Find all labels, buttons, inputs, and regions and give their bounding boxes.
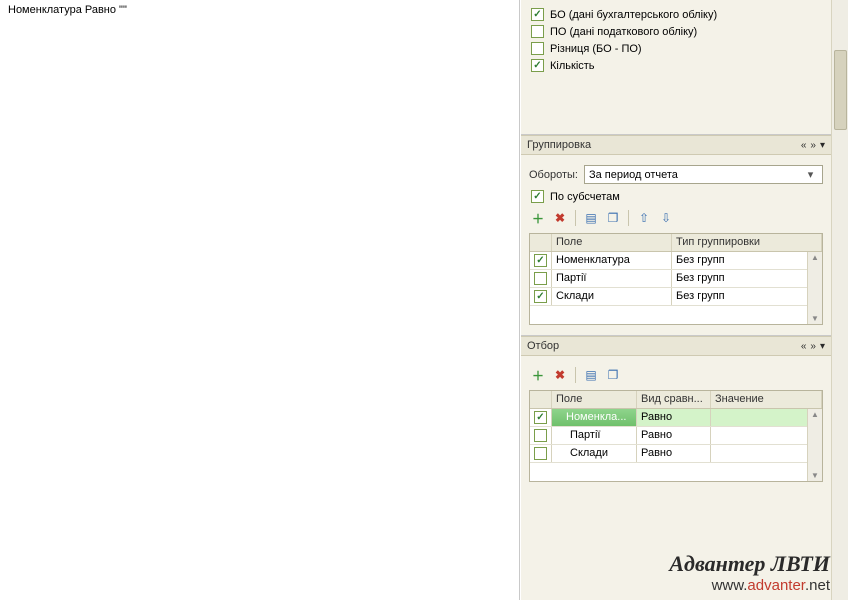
data-option-label: Різниця (БО - ПО) <box>550 43 642 55</box>
checkbox-icon[interactable] <box>531 25 544 38</box>
cell-value[interactable] <box>711 409 822 426</box>
checkbox-icon[interactable] <box>534 290 547 303</box>
cell-field[interactable]: Номенкла... <box>552 409 637 426</box>
checkbox-icon[interactable] <box>531 190 544 203</box>
scrollbar-thumb[interactable] <box>834 50 847 130</box>
by-subaccounts-label: По субсчетам <box>550 191 620 203</box>
page-icon[interactable]: ▤ <box>582 366 600 384</box>
page-icon[interactable]: ▤ <box>582 209 600 227</box>
checkbox-icon[interactable] <box>531 59 544 72</box>
grouping-header: Группировка « » ▾ <box>521 135 831 155</box>
filter-section: ＋ ✖ ▤ ❐ Поле Вид сравн... Значение Номен… <box>521 356 831 492</box>
cell-type[interactable]: Без групп <box>672 252 822 269</box>
chevron-down-icon[interactable]: ▾ <box>820 341 825 352</box>
grid-header-value[interactable]: Значение <box>711 391 822 408</box>
active-filter-description: Номенклатура Равно "" <box>8 4 511 16</box>
checkbox-icon[interactable] <box>531 8 544 21</box>
panel-scrollbar[interactable] <box>831 0 848 600</box>
cell-comparison[interactable]: Равно <box>637 445 711 462</box>
grid-header-checkbox <box>530 234 552 251</box>
data-option-row[interactable]: Кількість <box>529 57 823 74</box>
chevron-down-icon[interactable]: ▾ <box>820 140 825 151</box>
cell-field[interactable]: Партії <box>552 427 637 444</box>
data-option-row[interactable]: БО (дані бухгалтерського обліку) <box>529 6 823 23</box>
table-row[interactable]: Склади Равно <box>530 445 822 463</box>
cell-value[interactable] <box>711 445 822 462</box>
grid-header-field[interactable]: Поле <box>552 234 672 251</box>
cell-field[interactable]: Партії <box>552 270 672 287</box>
section-title: Отбор <box>527 340 559 352</box>
data-option-row[interactable]: ПО (дані податкового обліку) <box>529 23 823 40</box>
add-icon[interactable]: ＋ <box>529 209 547 227</box>
grouping-section: Обороты: За период отчета ▾ По субсчетам… <box>521 155 831 336</box>
cell-field[interactable]: Номенклатура <box>552 252 672 269</box>
table-row[interactable]: Партії Равно <box>530 427 822 445</box>
table-row[interactable]: Партії Без групп <box>530 270 822 288</box>
cell-comparison[interactable]: Равно <box>637 409 711 426</box>
checkbox-icon[interactable] <box>534 411 547 424</box>
expand-right-icon[interactable]: » <box>810 341 816 352</box>
grid-header-type[interactable]: Тип группировки <box>672 234 822 251</box>
table-row[interactable]: Номенклатура Без групп <box>530 252 822 270</box>
cell-type[interactable]: Без групп <box>672 288 822 305</box>
grid-scrollbar[interactable] <box>807 252 822 324</box>
grid-header-row: Поле Тип группировки <box>530 234 822 252</box>
turnover-label: Обороты: <box>529 169 578 181</box>
move-up-icon[interactable]: ⇧ <box>635 209 653 227</box>
filter-grid: Поле Вид сравн... Значение Номенкла... Р… <box>529 390 823 482</box>
grid-header-comparison[interactable]: Вид сравн... <box>637 391 711 408</box>
grouping-toolbar: ＋ ✖ ▤ ❐ ⇧ ⇩ <box>529 205 823 233</box>
data-options-section: БО (дані бухгалтерського обліку) ПО (дан… <box>521 0 831 135</box>
data-option-label: ПО (дані податкового обліку) <box>550 26 697 38</box>
by-subaccounts-row[interactable]: По субсчетам <box>529 188 823 205</box>
table-row[interactable]: Склади Без групп <box>530 288 822 306</box>
dropdown-value: За период отчета <box>589 169 678 181</box>
separator <box>628 210 629 226</box>
data-option-label: БО (дані бухгалтерського обліку) <box>550 9 717 21</box>
pages-icon[interactable]: ❐ <box>604 366 622 384</box>
delete-icon[interactable]: ✖ <box>551 209 569 227</box>
cell-field[interactable]: Склади <box>552 445 637 462</box>
separator <box>575 367 576 383</box>
checkbox-icon[interactable] <box>534 429 547 442</box>
move-down-icon[interactable]: ⇩ <box>657 209 675 227</box>
collapse-left-icon[interactable]: « <box>801 341 807 352</box>
pages-icon[interactable]: ❐ <box>604 209 622 227</box>
cell-comparison[interactable]: Равно <box>637 427 711 444</box>
grid-header-field[interactable]: Поле <box>552 391 637 408</box>
data-option-label: Кількість <box>550 60 595 72</box>
data-option-row[interactable]: Різниця (БО - ПО) <box>529 40 823 57</box>
cell-value[interactable] <box>711 427 822 444</box>
section-title: Группировка <box>527 139 591 151</box>
grid-scrollbar[interactable] <box>807 409 822 481</box>
settings-panel: БО (дані бухгалтерського обліку) ПО (дан… <box>521 0 831 600</box>
cell-field[interactable]: Склади <box>552 288 672 305</box>
expand-right-icon[interactable]: » <box>810 140 816 151</box>
filter-header: Отбор « » ▾ <box>521 336 831 356</box>
grouping-grid: Поле Тип группировки Номенклатура Без гр… <box>529 233 823 325</box>
cell-type[interactable]: Без групп <box>672 270 822 287</box>
main-content: Номенклатура Равно "" <box>0 0 520 600</box>
filter-toolbar: ＋ ✖ ▤ ❐ <box>529 362 823 390</box>
checkbox-icon[interactable] <box>531 42 544 55</box>
delete-icon[interactable]: ✖ <box>551 366 569 384</box>
chevron-down-icon: ▾ <box>803 168 818 181</box>
table-row[interactable]: Номенкла... Равно <box>530 409 822 427</box>
checkbox-icon[interactable] <box>534 447 547 460</box>
checkbox-icon[interactable] <box>534 254 547 267</box>
grid-header-checkbox <box>530 391 552 408</box>
checkbox-icon[interactable] <box>534 272 547 285</box>
turnover-dropdown[interactable]: За период отчета ▾ <box>584 165 823 184</box>
separator <box>575 210 576 226</box>
grid-header-row: Поле Вид сравн... Значение <box>530 391 822 409</box>
add-icon[interactable]: ＋ <box>529 366 547 384</box>
collapse-left-icon[interactable]: « <box>801 140 807 151</box>
